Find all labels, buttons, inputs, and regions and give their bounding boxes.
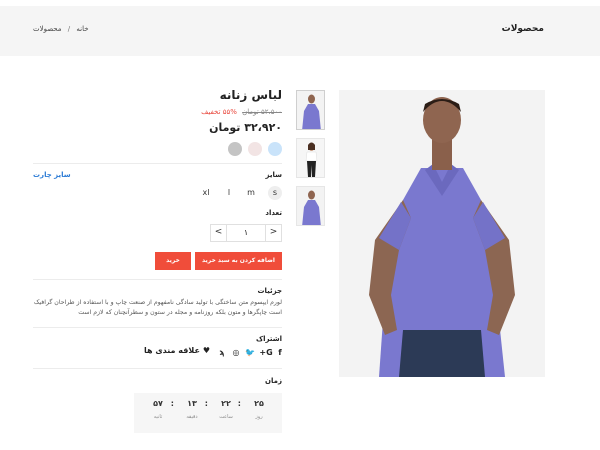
details-heading: جزئیات	[257, 287, 282, 295]
old-price: ۵۲،۵۰۰ تومان	[242, 108, 282, 116]
page-header: محصولات خانه / محصولات	[0, 6, 600, 56]
wishlist-button[interactable]: ♥علاقه مندی ها	[144, 346, 210, 355]
countdown-minutes-value: ۱۳	[187, 399, 197, 408]
quantity-input[interactable]: ۱	[227, 225, 265, 241]
instagram-icon[interactable]: ◎	[231, 348, 241, 358]
divider	[33, 163, 282, 164]
divider	[33, 279, 282, 280]
wishlist-label: علاقه مندی ها	[144, 346, 200, 355]
add-to-cart-button[interactable]: اضافه کردن به سبد خرید	[195, 252, 282, 270]
countdown-days-value: ۲۵	[254, 399, 264, 408]
countdown-seconds-label: ثانیه	[153, 414, 163, 420]
color-swatch-blue[interactable]	[268, 142, 282, 156]
size-chart-link[interactable]: سایز چارت	[33, 171, 71, 179]
time-heading: زمان	[265, 377, 282, 385]
countdown-days: ۲۵ روز	[246, 399, 272, 420]
countdown-seconds: ۵۷ ثانیه	[145, 399, 171, 420]
product-thumbnail-1[interactable]	[296, 90, 325, 130]
rss-icon[interactable]: ϡ	[217, 348, 227, 358]
buy-button[interactable]: خرید	[155, 252, 191, 270]
breadcrumb: خانه / محصولات	[33, 25, 89, 33]
size-option-l[interactable]: l	[222, 186, 236, 200]
size-option-m[interactable]: m	[244, 186, 258, 200]
quantity-stepper: < ۱ >	[210, 224, 282, 242]
countdown-minutes-label: دقیقه	[186, 414, 198, 420]
twitter-icon[interactable]: 🐦	[245, 348, 255, 358]
share-heading: اشتراک	[255, 335, 282, 343]
google-plus-icon[interactable]: G+	[259, 348, 273, 358]
details-description: لورم ایپسوم متن ساختگی با تولید سادگی نا…	[33, 299, 282, 316]
thumbnail-image-icon	[297, 187, 324, 225]
product-main-image[interactable]	[339, 90, 545, 377]
countdown-minutes: ۱۳ دقیقه	[179, 399, 205, 420]
facebook-icon[interactable]: f	[275, 348, 285, 358]
countdown-hours-value: ۲۲	[221, 399, 231, 408]
product-thumbnail-2[interactable]	[296, 138, 325, 178]
heart-icon: ♥	[202, 346, 211, 355]
page-title: محصولات	[501, 24, 544, 34]
countdown-separator: :	[204, 399, 208, 408]
size-option-s[interactable]: s	[268, 186, 282, 200]
discount-badge: %۵۵ تخفیف	[201, 108, 237, 116]
divider	[33, 368, 282, 369]
quantity-label: تعداد	[265, 209, 282, 217]
product-thumbnail-3[interactable]	[296, 186, 325, 226]
countdown-timer: ۲۵ روز : ۲۲ ساعت : ۱۳ دقیقه : ۵۷ ثانیه	[134, 393, 282, 433]
countdown-seconds-value: ۵۷	[153, 399, 163, 408]
breadcrumb-current: محصولات	[33, 25, 62, 33]
countdown-separator: :	[170, 399, 174, 408]
countdown-hours-label: ساعت	[219, 414, 233, 420]
quantity-decrease-button[interactable]: <	[211, 225, 227, 241]
divider	[33, 327, 282, 328]
thumbnail-image-icon	[297, 139, 324, 177]
size-option-xl[interactable]: xl	[199, 186, 213, 200]
price-row: ۵۲،۵۰۰ تومان %۵۵ تخفیف	[201, 108, 282, 116]
man-in-polo-illustration	[339, 90, 545, 377]
breadcrumb-separator: /	[67, 25, 71, 33]
countdown-days-label: روز	[255, 414, 263, 420]
quantity-increase-button[interactable]: >	[265, 225, 281, 241]
thumbnail-image-icon	[297, 91, 324, 129]
countdown-hours: ۲۲ ساعت	[213, 399, 239, 420]
breadcrumb-home-link[interactable]: خانه	[76, 25, 88, 33]
color-swatch-pink[interactable]	[248, 142, 262, 156]
color-swatch-gray[interactable]	[228, 142, 242, 156]
product-title: لباس زنانه	[219, 88, 282, 102]
current-price: ۳۲،۹۲۰ تومان	[209, 121, 282, 134]
size-label: سایز	[265, 171, 283, 179]
